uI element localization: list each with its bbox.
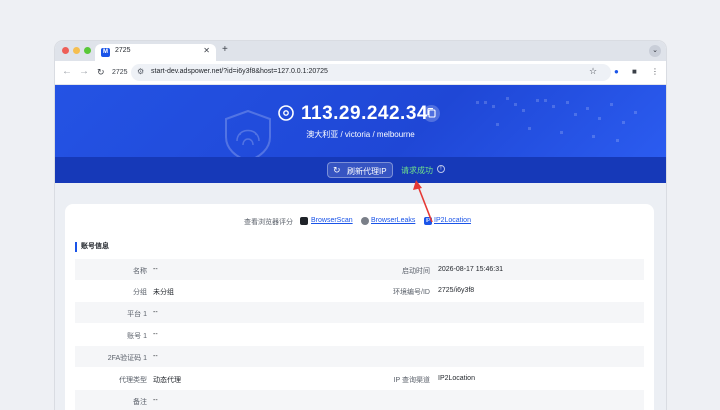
ip2location-link[interactable]: IP2Location [434, 217, 471, 224]
browserleaks-link[interactable]: BrowserLeaks [371, 217, 415, 224]
ip-location: 澳大利亚 / victoria / melbourne [306, 130, 415, 139]
row-value: -- [153, 331, 158, 338]
row-value: -- [153, 353, 158, 360]
table-row: 备注 -- [75, 390, 644, 410]
forward-icon[interactable]: → [79, 66, 89, 77]
row-label: 环境编号/ID [393, 289, 430, 296]
table-row: 2FA验证码 1 -- [75, 346, 644, 367]
star-icon[interactable]: ☆ [589, 66, 597, 77]
tab-title: 2725 [115, 47, 131, 54]
info-icon[interactable]: ! [437, 165, 445, 173]
refresh-proxy-label: 刷新代理IP [347, 167, 387, 176]
reload-icon[interactable]: ↻ [97, 67, 105, 78]
site-settings-icon[interactable]: ⚙ [137, 67, 144, 76]
request-status: 请求成功 [401, 166, 433, 175]
account-card: 查看浏览器评分 BrowserScan BrowserLeaks IP IP2L… [65, 204, 654, 410]
row-label: 平台 1 [127, 311, 147, 318]
close-tab-icon[interactable]: ✕ [203, 46, 210, 55]
table-row: 名称 -- 启动时间 2026-08-17 15:46:31 [75, 259, 644, 280]
row-value: 未分组 [153, 289, 174, 296]
close-window-button[interactable] [62, 47, 69, 54]
proxy-bar: ↻ 刷新代理IP 请求成功 ! [55, 157, 666, 183]
world-map-pattern [476, 97, 637, 142]
browser-toolbar: ← → ↻ 2725 ⚙ start-dev.adspower.net/?id=… [55, 61, 666, 85]
browserscan-link[interactable]: BrowserScan [311, 217, 353, 224]
browserleaks-icon [361, 217, 369, 225]
row-label: 分组 [133, 289, 147, 296]
row-value: 2026-08-17 15:46:31 [438, 266, 503, 273]
table-row: 平台 1 -- [75, 302, 644, 323]
row-value: IP2Location [438, 375, 475, 382]
location-pin-icon [278, 105, 294, 121]
row-label: IP 查询渠道 [393, 377, 430, 384]
table-row: 分组 未分组 环境编号/ID 2725/i6y3f8 [75, 280, 644, 301]
more-vertical-icon[interactable]: ⋮ [651, 67, 659, 76]
tab-search-button[interactable]: ⌄ [649, 45, 661, 57]
row-label: 备注 [133, 399, 147, 406]
camera-icon[interactable]: ■ [632, 67, 637, 76]
adspower-favicon-icon: M [101, 48, 110, 57]
page-content: 查看浏览器评分 BrowserScan BrowserLeaks IP IP2L… [55, 183, 666, 410]
minimize-window-button[interactable] [73, 47, 80, 54]
copy-icon [427, 108, 436, 118]
maximize-window-button[interactable] [84, 47, 91, 54]
tab-strip: M 2725 ✕ + ⌄ [55, 41, 666, 61]
new-tab-button[interactable]: + [222, 44, 228, 55]
profile-icon[interactable]: ● [614, 67, 619, 76]
row-label: 启动时间 [402, 268, 430, 275]
row-label: 账号 1 [127, 333, 147, 340]
section-title: 账号信息 [75, 242, 109, 252]
address-bar[interactable]: ⚙ start-dev.adspower.net/?id=i6y3f8&host… [131, 64, 611, 81]
table-row: 账号 1 -- [75, 324, 644, 345]
row-label: 2FA验证码 1 [107, 355, 147, 362]
table-row: 代理类型 动态代理 IP 查询渠道 IP2Location [75, 368, 644, 389]
copy-ip-button[interactable] [423, 105, 440, 122]
ip2location-icon: IP [424, 217, 432, 225]
ip-address: 113.29.242.34 [301, 103, 428, 124]
row-label: 代理类型 [119, 377, 147, 384]
browserscan-icon [300, 217, 308, 225]
back-icon[interactable]: ← [62, 66, 72, 77]
row-value: 2725/i6y3f8 [438, 287, 475, 294]
browser-window: M 2725 ✕ + ⌄ ← → ↻ 2725 ⚙ start-dev.adsp… [55, 41, 666, 410]
row-label: 名称 [133, 268, 147, 275]
checkers-label: 查看浏览器评分 [244, 219, 293, 226]
row-value: -- [153, 309, 158, 316]
row-value: -- [153, 397, 158, 404]
profile-number-label: 2725 [112, 69, 128, 76]
refresh-icon: ↻ [333, 165, 341, 175]
refresh-proxy-button[interactable]: ↻ 刷新代理IP [327, 162, 393, 178]
row-value: 动态代理 [153, 377, 181, 384]
tab-active[interactable]: M 2725 ✕ [95, 44, 216, 61]
ip-hero: 113.29.242.34 澳大利亚 / victoria / melbourn… [55, 85, 666, 157]
row-value: -- [153, 266, 158, 273]
browser-checkers: 查看浏览器评分 BrowserScan BrowserLeaks IP IP2L… [65, 216, 654, 228]
url-text[interactable]: start-dev.adspower.net/?id=i6y3f8&host=1… [151, 68, 328, 75]
